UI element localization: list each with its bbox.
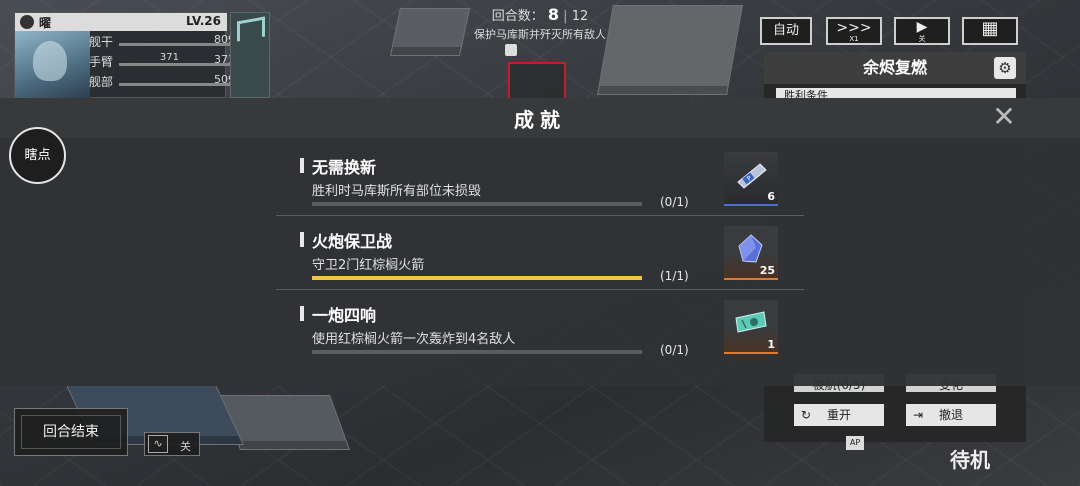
row-marker — [300, 232, 304, 247]
faction-badge-icon — [20, 15, 34, 29]
character-name: 曜 — [39, 16, 52, 30]
achievement-desc: 使用红棕榈火箭一次轰炸到4名敌人 — [312, 332, 516, 347]
progress-track — [312, 276, 642, 280]
character-header: 曜 LV.26 — [15, 13, 227, 31]
restart-button[interactable]: ↻ 重开 — [794, 404, 884, 426]
menu-button[interactable]: ▦ — [962, 17, 1018, 45]
achievement-name: 火炮保卫战 — [312, 232, 393, 251]
character-card[interactable]: 曜 LV.26 舰干 809 手臂 371 371 舰部 509 — [14, 12, 235, 99]
progress-track — [312, 350, 642, 354]
achievement-desc: 胜利时马库斯所有部位未损毁 — [312, 184, 482, 199]
modal-title: 成就 — [514, 108, 566, 132]
progress-text: (1/1) — [660, 269, 689, 283]
reward-qty: 6 — [767, 190, 775, 203]
stat-row: 舰干 809 — [89, 33, 235, 50]
stat-label: 舰部 — [89, 75, 114, 89]
ticket-icon — [735, 311, 767, 333]
end-turn-button[interactable]: 回合结束 — [14, 408, 128, 456]
retreat-label: 撤退 — [938, 408, 963, 422]
row-marker — [300, 158, 304, 173]
stat-row: 手臂 371 371 — [89, 52, 235, 70]
progress-text: (0/1) — [660, 343, 689, 357]
restart-icon: ↻ — [800, 408, 812, 422]
round-counter: 回合数： 8 | 12 — [450, 5, 630, 24]
achievement-name: 一炮四响 — [312, 306, 377, 325]
round-total: 12 — [571, 9, 589, 24]
squad-emblem-icon — [237, 16, 265, 42]
round-label: 回合数： — [491, 9, 544, 24]
stat-row: 舰部 509 — [89, 73, 235, 90]
character-portrait — [15, 31, 90, 99]
progress-text: (0/1) — [660, 195, 689, 209]
reward-qty: 25 — [759, 264, 775, 277]
stat-label: 手臂 — [89, 55, 114, 69]
achievement-name: 无需换新 — [312, 158, 377, 177]
exit-icon: ⇥ — [912, 408, 924, 422]
round-separator: | — [563, 9, 568, 24]
squad-emblem-panel[interactable] — [230, 12, 270, 98]
retreat-button[interactable]: ⇥ 撤退 — [906, 404, 996, 426]
progress-track — [312, 202, 642, 206]
fast-forward-icon: >>> — [836, 20, 872, 36]
close-icon[interactable]: ✕ — [990, 103, 1018, 132]
stat-value-alt: 371 — [159, 52, 179, 63]
achievement-row: 火炮保卫战 守卫2门红棕榈火箭 (1/1) 25 — [276, 218, 804, 290]
reward-item[interactable]: 25 — [724, 226, 778, 280]
play-icon: ▶ — [916, 19, 928, 35]
end-turn-label: 回合结束 — [43, 424, 99, 440]
peek-button[interactable]: 瞎点 — [9, 127, 66, 184]
crystal-icon — [738, 234, 763, 263]
grid-menu-icon: ▦ — [981, 18, 999, 39]
gear-icon[interactable]: ⚙ — [994, 57, 1016, 79]
restart-label: 重开 — [826, 408, 851, 422]
speed-multiplier: X1 — [849, 35, 859, 43]
speed-button[interactable]: >>> X1 — [826, 17, 882, 45]
animation-toggle-button[interactable]: ▶ 关 — [894, 17, 950, 45]
auto-end-toggle[interactable]: ∿ 关 — [144, 432, 200, 456]
mission-panel-title: 余烬复燃 — [764, 52, 1026, 84]
achievement-row: 无需换新 胜利时马库斯所有部位未损毁 (0/1) P 6 — [276, 144, 804, 216]
unit-marker-icon — [505, 44, 517, 56]
animation-state: 关 — [918, 35, 926, 43]
ap-badge: AP — [846, 436, 864, 450]
achievement-row: 一炮四响 使用红棕榈火箭一次轰炸到4名敌人 (0/1) 1 — [276, 292, 804, 364]
progress-fill — [312, 276, 642, 280]
reward-item[interactable]: 1 — [724, 300, 778, 354]
data-chip-icon: P — [737, 163, 767, 189]
reward-qty: 1 — [767, 338, 775, 351]
stat-label: 舰干 — [89, 35, 114, 49]
round-current: 8 — [547, 5, 560, 24]
auto-button[interactable]: 自动 — [760, 17, 812, 45]
reward-item[interactable]: P 6 — [724, 152, 778, 206]
standby-button[interactable]: 待机 — [950, 444, 990, 473]
character-level: LV.26 — [186, 14, 221, 28]
enemy-unit-highlight[interactable] — [508, 62, 566, 100]
row-marker — [300, 306, 304, 321]
achievement-desc: 守卫2门红棕榈火箭 — [312, 258, 425, 273]
toggle-state: 关 — [180, 440, 191, 453]
mission-objective: 保护马库斯并歼灭所有敌人 — [474, 28, 606, 41]
wave-icon: ∿ — [148, 435, 168, 453]
